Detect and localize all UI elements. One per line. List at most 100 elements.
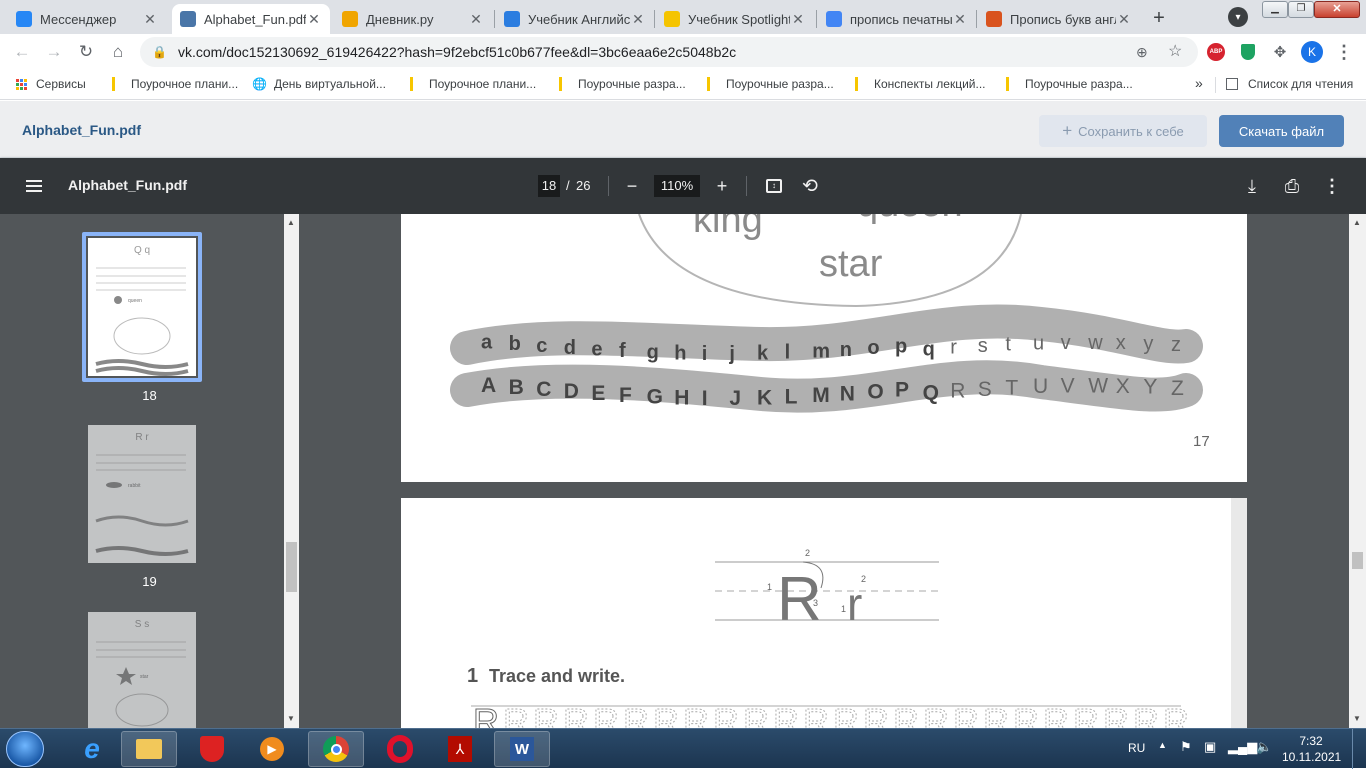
close-tab-icon[interactable]: ✕ — [952, 11, 968, 28]
page-number-input[interactable]: 18 — [538, 175, 560, 197]
chrome-menu-icon[interactable]: ⋮ — [1332, 40, 1356, 64]
home-icon[interactable]: ⌂ — [106, 40, 130, 64]
hamburger-menu-icon[interactable] — [22, 174, 46, 198]
clock-time[interactable]: 7:32 — [1282, 734, 1340, 748]
viewer-scrollbar[interactable]: ▲ ▼ — [1349, 214, 1366, 728]
scroll-up-arrow[interactable]: ▲ — [287, 218, 295, 227]
alphabet-letter: u — [1033, 333, 1044, 355]
close-tab-icon[interactable]: ✕ — [630, 11, 646, 28]
maximize-button[interactable]: ❐ — [1288, 1, 1314, 18]
network-signal-icon[interactable]: ▂▄▆ — [1228, 739, 1257, 755]
adblock-icon[interactable]: ABP — [1204, 40, 1228, 64]
explorer-taskbar-icon[interactable] — [121, 731, 177, 767]
device-icon[interactable]: ▣ — [1204, 739, 1216, 755]
new-tab-button[interactable]: + — [1147, 6, 1171, 30]
zoom-level-input[interactable]: 110% — [654, 175, 700, 197]
media-player-taskbar-icon[interactable]: ▶ — [244, 731, 300, 767]
fit-page-icon[interactable]: ↕ — [762, 174, 786, 198]
close-tab-icon[interactable]: ✕ — [790, 11, 806, 28]
flag-icon[interactable]: ⚑ — [1180, 739, 1192, 755]
alphabet-letter: x — [1116, 332, 1126, 354]
ie-taskbar-icon[interactable]: e — [64, 731, 120, 767]
tray-expand-icon[interactable]: ▲ — [1158, 740, 1167, 750]
bookmark-apps[interactable]: Сервисы — [16, 77, 86, 91]
close-tab-icon[interactable]: ✕ — [142, 11, 158, 28]
tab-4[interactable]: Учебник Английского✕ — [496, 4, 654, 34]
trace-letter: R — [803, 701, 829, 728]
print-icon[interactable]: ⎙ — [1280, 174, 1304, 198]
opera-taskbar-icon[interactable] — [372, 731, 428, 767]
star-icon[interactable]: ☆ — [1168, 37, 1182, 67]
zoom-icon[interactable]: ⊕ — [1136, 37, 1148, 67]
save-to-profile-button[interactable]: + Сохранить к себе — [1039, 115, 1207, 147]
alphabet-letter: D — [564, 380, 579, 403]
bookmark-item[interactable]: Поурочное плани... — [108, 77, 238, 91]
close-tab-icon[interactable]: ✕ — [468, 11, 484, 28]
chrome-taskbar-icon[interactable] — [308, 731, 364, 767]
clock-date[interactable]: 10.11.2021 — [1282, 750, 1341, 764]
download-file-button[interactable]: Скачать файл — [1219, 115, 1344, 147]
doc-title: Alphabet_Fun.pdf — [22, 122, 141, 138]
language-indicator[interactable]: RU — [1128, 741, 1145, 755]
pdf-viewport: king queen star abcdefghijklmnopqrstuvwx… — [299, 214, 1349, 728]
word-taskbar-icon[interactable]: W — [494, 731, 550, 767]
address-bar[interactable]: 🔒 vk.com/doc152130692_619426422?hash=9f2… — [140, 37, 1198, 67]
close-tab-icon[interactable]: ✕ — [306, 11, 322, 28]
tab-label: Alphabet_Fun.pdf — [204, 11, 306, 27]
volume-icon[interactable]: 🔈 — [1256, 739, 1272, 755]
scroll-up-arrow[interactable]: ▲ — [1353, 218, 1361, 227]
alphabet-letter: g — [647, 342, 659, 364]
tab-2[interactable]: Alphabet_Fun.pdf ✕ — [172, 4, 330, 34]
more-options-icon[interactable]: ⋮ — [1320, 174, 1344, 198]
close-tab-icon[interactable]: ✕ — [1116, 11, 1132, 28]
tab-3[interactable]: Дневник.ру ✕ — [334, 4, 492, 34]
scrollbar-thumb[interactable] — [1352, 552, 1363, 569]
bookmark-item[interactable]: Поурочные разра... — [1002, 77, 1133, 91]
profile-avatar[interactable]: K — [1300, 40, 1324, 64]
rotate-icon[interactable]: ⟲ — [798, 174, 822, 198]
tab-1[interactable]: Мессенджер ✕ — [8, 4, 166, 34]
zoom-in-icon[interactable]: + — [710, 174, 734, 198]
bookmark-item[interactable]: Поурочное плани... — [406, 77, 536, 91]
start-button[interactable] — [6, 731, 44, 767]
tab-search-icon[interactable]: ▾ — [1228, 7, 1248, 27]
alphabet-letter: C — [536, 378, 551, 401]
thumbnail-page-19[interactable]: R r rabbit — [88, 425, 196, 563]
reading-list[interactable]: Список для чтения — [1226, 77, 1353, 91]
acrobat-taskbar-icon[interactable]: ⅄ — [432, 731, 488, 767]
tab-6[interactable]: пропись печатных ✕ — [818, 4, 976, 34]
shield-extension-icon[interactable] — [1236, 40, 1260, 64]
alphabet-letter: i — [702, 343, 708, 365]
divider — [608, 176, 609, 196]
alphabet-letter: O — [867, 381, 883, 404]
bookmark-favicon — [112, 77, 115, 91]
thumbnail-page-18[interactable]: Q q queen — [88, 238, 196, 376]
security-taskbar-icon[interactable] — [184, 731, 240, 767]
trace-letters-row: RRRRRRRRRRRRRRRRRRRRRRRR — [473, 701, 1190, 729]
bookmark-item[interactable]: Конспекты лекций... — [851, 77, 986, 91]
close-window-button[interactable]: ✕ — [1314, 1, 1360, 18]
trace-letter: R — [953, 701, 979, 728]
scroll-down-arrow[interactable]: ▼ — [1353, 714, 1361, 723]
download-icon[interactable]: ⤓ — [1240, 174, 1264, 198]
show-desktop-button[interactable] — [1352, 729, 1366, 769]
zoom-out-icon[interactable]: − — [620, 174, 644, 198]
reload-icon[interactable]: ↻ — [74, 40, 98, 64]
tab-7[interactable]: Пропись букв англ ✕ — [978, 4, 1140, 34]
extensions-puzzle-icon[interactable]: ✥ — [1268, 40, 1292, 64]
tab-5[interactable]: Учебник Spotlight ✕ — [656, 4, 814, 34]
bookmark-item[interactable]: Поурочные разра... — [703, 77, 834, 91]
sidebar-scrollbar[interactable]: ▲ ▼ — [284, 214, 299, 728]
pdf-toolbar: Alphabet_Fun.pdf 18 / 26 − 110% + ↕ ⟲ ⤓ … — [0, 158, 1366, 214]
lock-icon[interactable]: 🔒 — [152, 37, 167, 67]
ball-icon — [986, 11, 1002, 27]
back-icon[interactable]: ← — [10, 40, 34, 64]
scroll-down-arrow[interactable]: ▼ — [287, 714, 295, 723]
bookmarks-overflow[interactable]: » — [1195, 75, 1203, 91]
scrollbar-thumb[interactable] — [286, 542, 297, 592]
minimize-button[interactable]: ▁ — [1262, 1, 1288, 18]
forward-icon[interactable]: → — [42, 40, 66, 64]
bookmark-item[interactable]: 🌐 День виртуальной... — [252, 77, 386, 91]
thumbnail-page-20[interactable]: S s star — [88, 612, 196, 728]
bookmark-item[interactable]: Поурочные разра... — [555, 77, 686, 91]
